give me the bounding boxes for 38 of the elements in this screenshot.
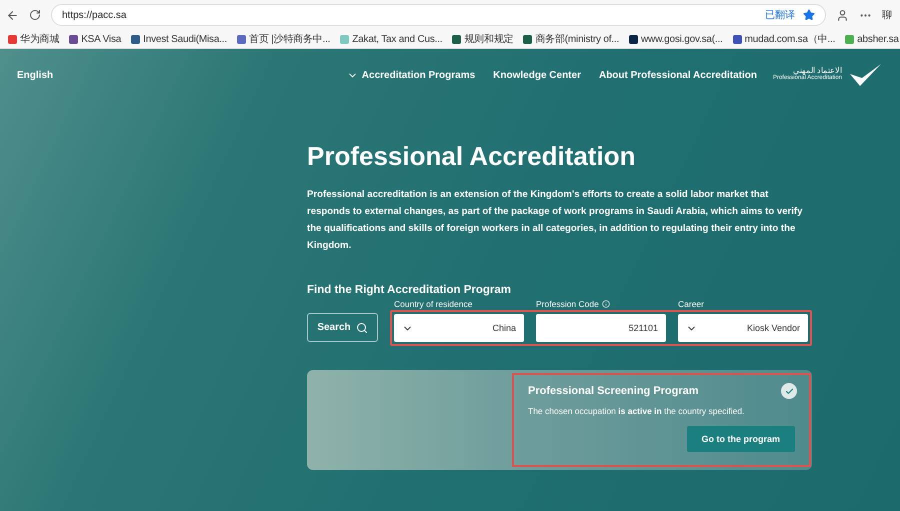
reload-icon[interactable]	[29, 9, 41, 21]
bookmark-item[interactable]: absher.sa	[845, 34, 899, 44]
result-message: The chosen occupation is active in the country specified.	[528, 406, 746, 416]
field-label: Country of residence	[394, 299, 472, 309]
search-icon	[356, 322, 368, 334]
check-logo-icon	[848, 62, 882, 88]
nav-link[interactable]: Accreditation Programs	[346, 70, 476, 80]
select-field[interactable]: China	[394, 314, 524, 342]
result-title: Professional Screening Program	[528, 385, 700, 397]
nav-link[interactable]: Knowledge Center	[493, 70, 581, 80]
bookmark-item[interactable]: 首页 |沙特商务中...	[236, 32, 330, 46]
bookmark-item[interactable]: Zakat, Tax and Cus...	[340, 34, 442, 44]
bookmark-item[interactable]: 华为商城	[8, 32, 60, 46]
bookmark-item[interactable]: KSA Visa	[69, 34, 122, 44]
toolbar-label[interactable]: 聊	[882, 8, 894, 22]
translated-label[interactable]: 已翻译	[765, 8, 795, 22]
logo-arabic-text: الاعتماد المهني	[792, 67, 842, 76]
bookmark-item[interactable]: 规则和规定	[452, 32, 514, 46]
search-button[interactable]: Search	[307, 313, 378, 342]
info-icon	[602, 300, 610, 308]
bookmark-item[interactable]: Invest Saudi(Misa...	[131, 34, 227, 44]
field-label: Career	[678, 299, 704, 309]
bookmark-item[interactable]: 商务部(ministry of...	[523, 32, 620, 46]
go-to-program-button[interactable]: Go to the program	[686, 426, 795, 452]
bookmark-item[interactable]: mudad.com.sa（中...	[732, 32, 836, 46]
description: Professional accreditation is an extension of the Kingdom's efforts to create a solid labor market that responds to external changes, as part of the package of work programs in Saudi Arabia, which aims to verify the qualifications and skills of foreign workers in all categories, in addition to regulating their entry into the Kingdom.	[307, 188, 804, 253]
back-icon[interactable]	[6, 8, 19, 22]
star-icon[interactable]	[803, 9, 815, 21]
nav-link[interactable]: About Professional Accreditation	[598, 70, 757, 80]
section-heading: Find the Right Accreditation Program	[307, 284, 512, 296]
bookmark-item[interactable]: www.gosi.gov.sa(...	[629, 34, 723, 44]
input-field[interactable]: 521101	[536, 314, 666, 342]
field-label: Profession Code	[536, 299, 610, 309]
address-bar[interactable]: https://pacc.sa 已翻译	[51, 4, 826, 26]
language-link[interactable]: English	[17, 70, 54, 80]
select-field[interactable]: Kiosk Vendor	[678, 314, 808, 342]
page-title: Professional Accreditation	[307, 141, 636, 172]
avatar-icon[interactable]	[836, 8, 849, 22]
